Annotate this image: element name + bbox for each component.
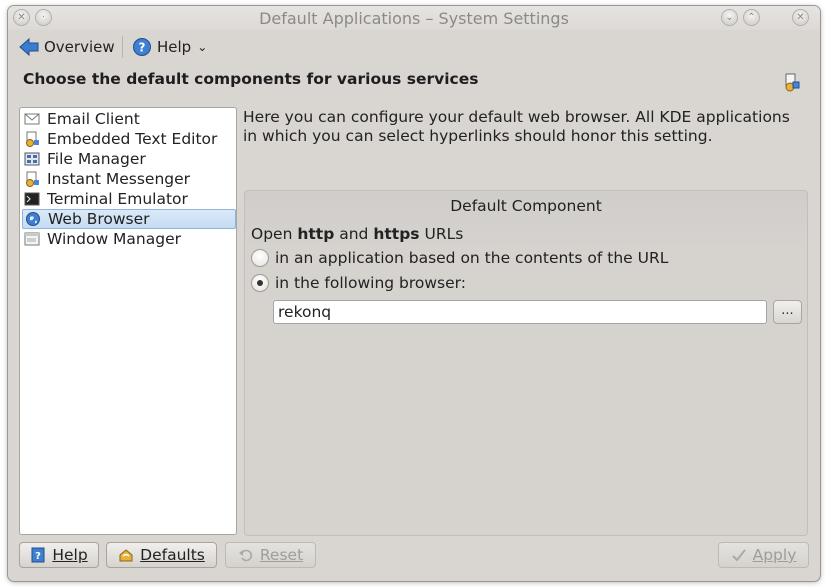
- browse-button[interactable]: ...: [773, 300, 802, 324]
- apply-button-label: Apply: [752, 546, 797, 564]
- close-icon[interactable]: ✕: [793, 10, 808, 25]
- settings-window: ✕ · Default Applications – System Settin…: [8, 6, 820, 581]
- and-label: and: [339, 225, 369, 243]
- radio-label: in the following browser:: [275, 274, 466, 292]
- file-manager-icon: [24, 152, 40, 166]
- component-list: Email Client Embedded Text Editor File M…: [19, 107, 237, 535]
- email-icon: [24, 113, 40, 125]
- svg-text:?: ?: [139, 41, 146, 55]
- urls-label: URLs: [424, 225, 464, 243]
- list-item-web-browser[interactable]: Web Browser: [22, 209, 236, 229]
- list-item-label: Instant Messenger: [47, 170, 191, 188]
- radio-following-browser[interactable]: in the following browser:: [251, 273, 466, 293]
- svg-text:?: ?: [35, 551, 41, 562]
- window-title: Default Applications – System Settings: [259, 9, 569, 28]
- title-bar: ✕ · Default Applications – System Settin…: [8, 6, 820, 30]
- list-item-instant-messenger[interactable]: Instant Messenger: [22, 169, 236, 189]
- browser-command-field[interactable]: rekonq: [273, 300, 767, 324]
- list-item-file-manager[interactable]: File Manager: [22, 149, 236, 169]
- terminal-icon: [24, 192, 40, 206]
- minimize-icon[interactable]: ⌄: [722, 10, 737, 25]
- reset-button[interactable]: Reset: [225, 542, 316, 568]
- http-label: http: [297, 225, 335, 243]
- list-item-window-manager[interactable]: Window Manager: [22, 229, 236, 249]
- help-button-label: Help: [52, 546, 88, 564]
- messenger-icon: [26, 171, 39, 187]
- defaults-button-label: Defaults: [140, 546, 205, 564]
- list-item-label: Email Client: [47, 110, 140, 128]
- help-menu-button[interactable]: ? Help ⌄: [132, 35, 207, 59]
- help-label: Help: [157, 38, 192, 56]
- radio-button[interactable]: [251, 249, 269, 267]
- module-icon: [785, 73, 800, 92]
- text-editor-icon: [26, 131, 39, 147]
- list-item-label: Embedded Text Editor: [47, 130, 218, 148]
- open-urls-label: Open http and https URLs: [251, 225, 463, 243]
- list-item-label: Web Browser: [48, 210, 150, 228]
- defaults-button[interactable]: Defaults: [106, 542, 217, 568]
- https-label: https: [373, 225, 420, 243]
- toolbar-separator: [122, 36, 123, 58]
- radio-button[interactable]: [251, 274, 269, 292]
- toolbar: Overview ? Help ⌄: [8, 30, 820, 64]
- globe-icon: [26, 212, 40, 226]
- undo-icon: [238, 549, 252, 562]
- list-item-embedded-text-editor[interactable]: Embedded Text Editor: [22, 129, 236, 149]
- help-book-icon: ?: [31, 547, 45, 563]
- page-title: Choose the default components for variou…: [23, 70, 479, 88]
- help-icon: ?: [133, 38, 151, 56]
- checkmark-icon: [731, 549, 746, 562]
- apply-button[interactable]: Apply: [718, 542, 809, 568]
- radio-content-based[interactable]: in an application based on the contents …: [251, 248, 668, 268]
- group-title: Default Component: [450, 197, 602, 215]
- overview-button[interactable]: Overview: [18, 35, 115, 59]
- list-item-terminal-emulator[interactable]: Terminal Emulator: [22, 189, 236, 209]
- list-item-label: File Manager: [47, 150, 146, 168]
- list-item-label: Window Manager: [47, 230, 181, 248]
- help-button[interactable]: ? Help: [19, 542, 99, 568]
- reset-button-label: Reset: [259, 546, 304, 564]
- open-prefix: Open: [251, 225, 293, 243]
- default-component-group: Default Component Open http and https UR…: [244, 190, 808, 536]
- back-arrow-icon: [19, 37, 39, 57]
- window-icon: [24, 232, 40, 246]
- defaults-icon: [119, 549, 133, 562]
- chevron-down-icon: ⌄: [197, 40, 208, 54]
- radio-label: in an application based on the contents …: [275, 249, 669, 267]
- component-description: Here you can configure your default web …: [243, 108, 790, 145]
- maximize-icon[interactable]: ⌃: [744, 10, 759, 25]
- overview-label: Overview: [44, 38, 115, 56]
- list-item-email-client[interactable]: Email Client: [22, 109, 236, 129]
- list-item-label: Terminal Emulator: [47, 190, 188, 208]
